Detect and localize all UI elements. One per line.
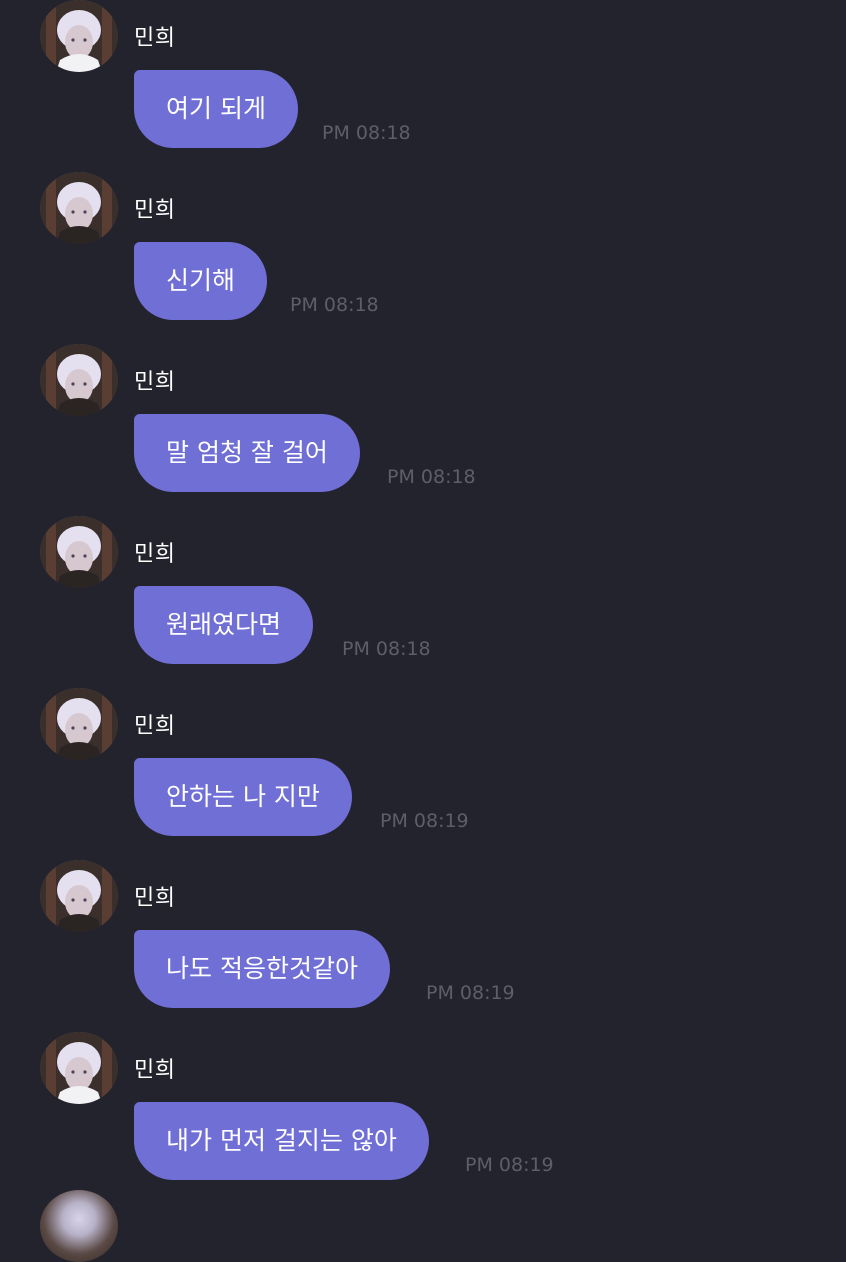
message-timestamp: PM 08:18 [387, 466, 476, 488]
message-timestamp: PM 08:19 [426, 982, 515, 1004]
chat-message: 민희 내가 먼저 걸지는 않아 PM 08:19 [0, 1032, 846, 1204]
message-timestamp: PM 08:19 [380, 810, 469, 832]
profile-photo-icon [40, 516, 118, 588]
profile-photo-icon [40, 1032, 118, 1104]
avatar[interactable] [40, 1032, 118, 1104]
message-bubble[interactable]: 내가 먼저 걸지는 않아 [134, 1102, 429, 1180]
message-bubble[interactable]: 안하는 나 지만 [134, 758, 352, 836]
chat-message-list: 민희 여기 되게 PM 08:18 민희 신기해 PM 08:18 민희 말 엄… [0, 0, 846, 1262]
avatar[interactable] [40, 688, 118, 760]
avatar[interactable] [40, 344, 118, 416]
message-bubble[interactable]: 나도 적응한것같아 [134, 930, 390, 1008]
chat-message: 민희 신기해 PM 08:18 [0, 172, 846, 344]
message-bubble[interactable]: 원래였다면 [134, 586, 314, 664]
avatar[interactable] [40, 0, 118, 72]
message-timestamp: PM 08:18 [290, 294, 379, 316]
message-bubble[interactable]: 신기해 [134, 242, 268, 320]
sender-name: 민희 [134, 714, 176, 739]
sender-name: 민희 [134, 370, 176, 395]
chat-message: 민희 나도 적응한것같아 PM 08:19 [0, 860, 846, 1032]
profile-photo-icon [40, 344, 118, 416]
profile-photo-icon [40, 172, 118, 244]
message-bubble[interactable]: 여기 되게 [134, 70, 298, 148]
chat-message: 민희 여기 되게 PM 08:18 [0, 0, 846, 172]
avatar[interactable] [40, 1190, 118, 1262]
sender-name: 민희 [134, 1058, 176, 1083]
avatar[interactable] [40, 172, 118, 244]
chat-message: 민희 안하는 나 지만 PM 08:19 [0, 688, 846, 860]
sender-name: 민희 [134, 542, 176, 567]
message-timestamp: PM 08:18 [322, 122, 411, 144]
message-timestamp: PM 08:18 [342, 638, 431, 660]
avatar[interactable] [40, 860, 118, 932]
sender-name: 민희 [134, 886, 176, 911]
chat-message: 민희 원래였다면 PM 08:18 [0, 516, 846, 688]
chat-message: 민희 말 엄청 잘 걸어 PM 08:18 [0, 344, 846, 516]
message-timestamp: PM 08:19 [465, 1154, 554, 1176]
profile-photo-icon [40, 0, 118, 72]
sender-name: 민희 [134, 198, 176, 223]
profile-photo-icon [40, 688, 118, 760]
sender-name: 민희 [134, 26, 176, 51]
profile-photo-icon [40, 860, 118, 932]
message-bubble[interactable]: 말 엄청 잘 걸어 [134, 414, 360, 492]
avatar[interactable] [40, 516, 118, 588]
